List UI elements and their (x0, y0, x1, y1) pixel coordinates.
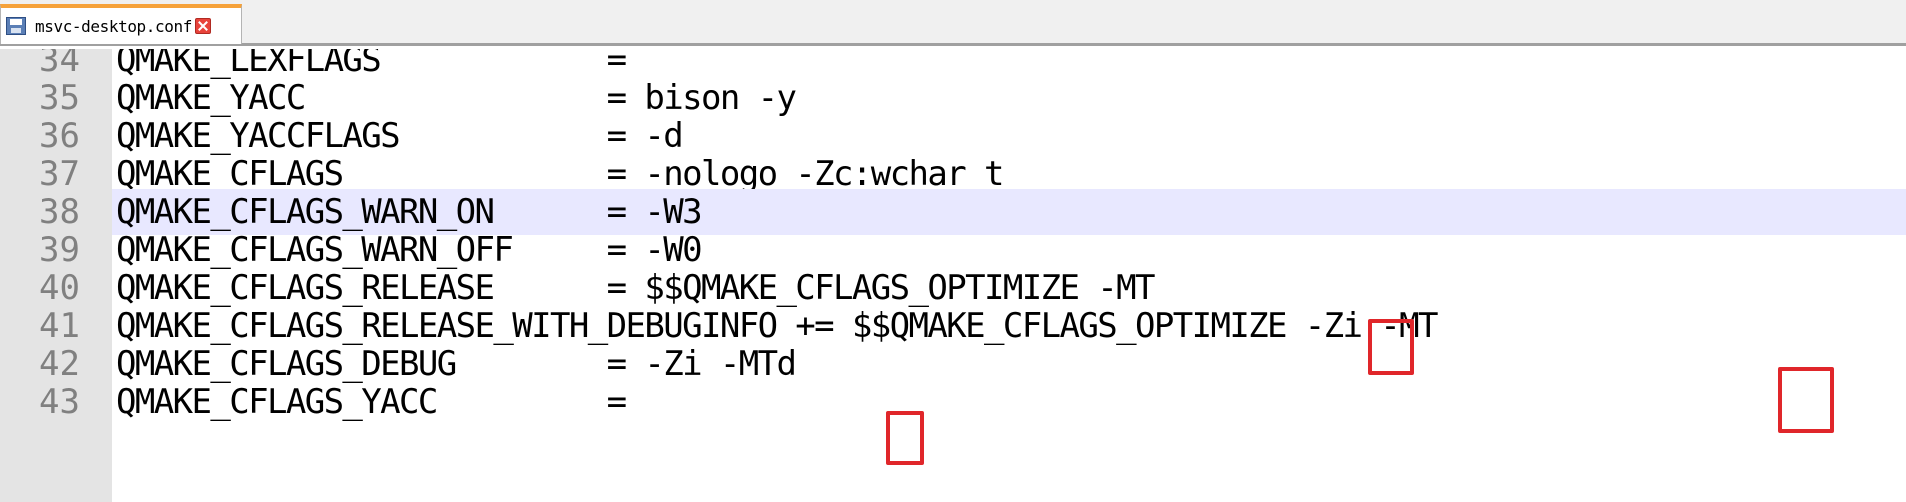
highlight-box-release-debuginfo (1778, 367, 1834, 433)
code-line[interactable]: 43 QMAKE_CFLAGS_YACC = (0, 379, 1906, 425)
highlight-box-debug (886, 411, 924, 465)
editor-window: msvc-desktop.conf 34 QMAKE_LEXFLAGS = 35… (0, 0, 1906, 502)
text-editor[interactable]: 34 QMAKE_LEXFLAGS = 35 QMAKE_YACC = biso… (0, 49, 1906, 502)
save-icon (5, 15, 27, 37)
line-text: QMAKE_CFLAGS_YACC = (116, 382, 627, 422)
tab-title: msvc-desktop.conf (35, 16, 192, 36)
close-icon[interactable] (194, 18, 211, 34)
highlight-box-release (1368, 319, 1414, 375)
tab-bar: msvc-desktop.conf (0, 0, 1906, 46)
line-number: 43 (39, 382, 80, 422)
tab-msvc-desktop-conf[interactable]: msvc-desktop.conf (0, 4, 242, 44)
